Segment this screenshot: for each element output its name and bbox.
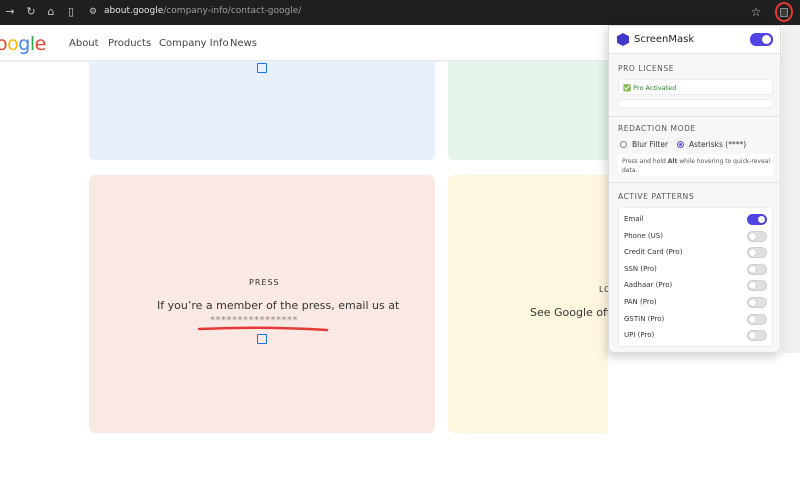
nav-company-info[interactable]: Company Info — [159, 38, 229, 49]
radio-label: Blur Filter — [632, 140, 669, 149]
browser-toolbar: → ↻ ⌂ ▯ ⚙ about.google/company-info/cont… — [0, 0, 800, 25]
pattern-toggle[interactable] — [747, 247, 767, 259]
screenmask-popup: ScreenMask PRO LICENSE ✅ Pro Activated R… — [608, 25, 781, 353]
pattern-toggle[interactable] — [747, 263, 767, 275]
pattern-label: SSN (Pro) — [624, 264, 657, 273]
pattern-row[interactable]: Email — [618, 211, 773, 227]
url-domain: about.google — [104, 6, 164, 16]
page-scrollbar[interactable] — [782, 25, 800, 353]
license-key-field[interactable] — [618, 99, 773, 108]
brand-name: ScreenMask — [634, 34, 695, 45]
radio-asterisks[interactable]: Asterisks (****) — [676, 140, 766, 150]
nav-products[interactable]: Products — [108, 38, 151, 49]
radio-button-selected[interactable] — [677, 141, 684, 148]
pattern-toggle[interactable] — [747, 297, 767, 308]
pattern-label: Credit Card (Pro) — [624, 248, 683, 257]
pattern-row[interactable]: Aadhaar (Pro) — [618, 277, 773, 293]
pattern-row[interactable]: GSTIN (Pro) — [618, 311, 773, 327]
red-underline-annotation — [197, 326, 329, 332]
radio-label: Asterisks (****) — [689, 140, 747, 149]
location-card: LO See Google offi — [448, 175, 614, 433]
pattern-label: Aadhaar (Pro) — [624, 281, 673, 290]
pro-license-title: PRO LICENSE — [618, 64, 675, 73]
bookmark-star-icon[interactable]: ☆ — [749, 5, 763, 19]
external-link-icon[interactable] — [257, 334, 267, 344]
reload-icon[interactable]: ↻ — [24, 5, 38, 19]
address-bar[interactable]: about.google/company-info/contact-google… — [104, 6, 301, 16]
google-logo[interactable]: oogle — [0, 33, 46, 55]
shield-logo-icon — [617, 33, 629, 46]
contact-card-top-left — [89, 61, 435, 160]
redaction-hint-box: Press and hold Alt while hovering to qui… — [618, 154, 773, 176]
url-path: /company-info/contact-google/ — [163, 6, 302, 16]
external-link-icon[interactable] — [257, 63, 267, 73]
site-settings-icon[interactable]: ⚙ — [86, 5, 100, 19]
nav-about[interactable]: About — [69, 38, 99, 49]
reader-icon[interactable]: ▯ — [64, 5, 78, 19]
pattern-toggle[interactable] — [747, 330, 767, 342]
press-card: PRESS If you’re a member of the press, e… — [89, 175, 435, 433]
nav-news[interactable]: News — [230, 38, 257, 49]
divider — [609, 116, 780, 117]
redaction-hint: Press and hold Alt while hovering to qui… — [622, 158, 771, 174]
pattern-label: UPI (Pro) — [624, 331, 655, 340]
screenmask-extension-icon[interactable] — [775, 2, 793, 22]
pattern-label: PAN (Pro) — [624, 298, 657, 306]
pattern-row[interactable]: PAN (Pro) — [618, 294, 773, 310]
contact-card-top-right — [448, 61, 608, 160]
press-card-text: If you’re a member of the press, email u… — [157, 299, 400, 312]
license-status: ✅ Pro Activated — [623, 84, 677, 92]
pattern-label: Phone (US) — [624, 231, 663, 240]
pattern-row[interactable]: UPI (Pro) — [618, 327, 773, 343]
pattern-toggle[interactable] — [747, 214, 767, 225]
press-card-label: PRESS — [249, 278, 280, 287]
pattern-label: Email — [624, 215, 644, 223]
pattern-row[interactable]: Credit Card (Pro) — [618, 244, 773, 260]
divider — [609, 182, 780, 183]
redaction-mode-title: REDACTION MODE — [618, 124, 696, 133]
popup-header: ScreenMask — [609, 26, 780, 54]
license-status-box: ✅ Pro Activated — [618, 79, 773, 95]
radio-button[interactable] — [620, 141, 627, 148]
pattern-toggle[interactable] — [747, 230, 767, 242]
forward-icon[interactable]: → — [3, 5, 17, 19]
home-icon[interactable]: ⌂ — [44, 5, 58, 19]
pattern-toggle[interactable] — [747, 313, 767, 325]
active-patterns-title: ACTIVE PATTERNS — [618, 192, 695, 201]
pattern-row[interactable]: SSN (Pro) — [618, 261, 773, 277]
pattern-toggle[interactable] — [747, 280, 767, 292]
location-card-text: See Google offi — [530, 306, 614, 319]
master-toggle[interactable] — [750, 33, 773, 46]
pattern-label: GSTIN (Pro) — [624, 314, 665, 323]
pattern-row[interactable]: Phone (US) — [618, 228, 773, 244]
